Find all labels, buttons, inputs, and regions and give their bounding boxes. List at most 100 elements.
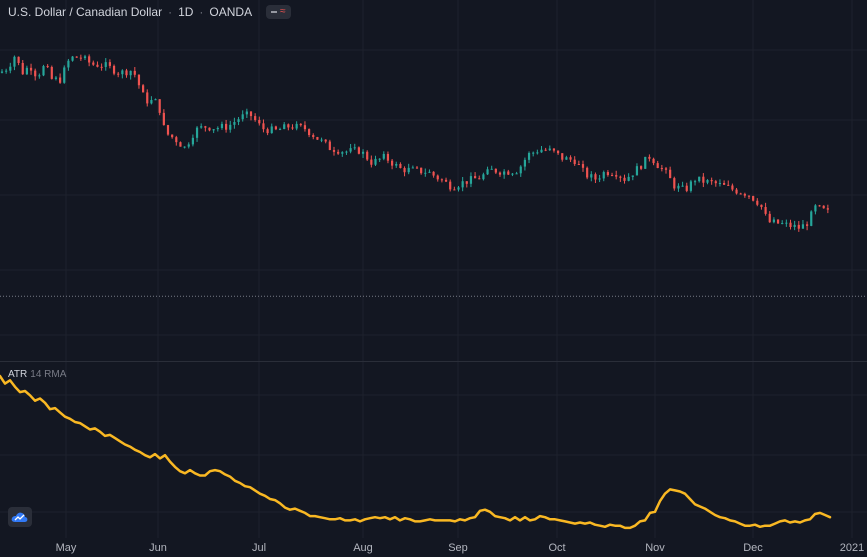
candle-down (623, 177, 626, 181)
candle-up (781, 223, 784, 225)
candle-up (129, 70, 132, 76)
candle-down (552, 148, 556, 151)
candle-down (50, 67, 53, 79)
candle-up (71, 56, 74, 61)
atr-line[interactable] (0, 374, 832, 530)
candle-up (482, 174, 485, 180)
candle-up (187, 144, 190, 147)
candle-down (561, 153, 564, 160)
market-status-badge[interactable]: ≈ (266, 5, 291, 19)
candle-up (67, 60, 70, 68)
symbol-header[interactable]: U.S. Dollar / Canadian Dollar · 1D · OAN… (8, 3, 291, 21)
candle-up (295, 123, 298, 129)
candle-down (669, 169, 672, 179)
candle-up (548, 148, 551, 151)
candle-down (735, 189, 738, 194)
x-tick-label: Dec (743, 542, 763, 554)
candle-up (602, 172, 605, 179)
candle-up (461, 181, 464, 188)
candle-up (382, 153, 385, 159)
candle-up (490, 168, 493, 170)
price-candles[interactable] (0, 54, 829, 232)
candle-down (34, 70, 37, 77)
candle-down (702, 176, 705, 183)
candle-up (283, 124, 286, 130)
candle-down (254, 116, 257, 121)
indicator-params: 14 RMA (30, 369, 67, 380)
candle-down (225, 123, 228, 130)
candle-up (511, 173, 514, 175)
candle-down (760, 204, 763, 208)
candle-down (21, 62, 24, 75)
candle-up (9, 66, 12, 71)
candle-down (768, 213, 771, 223)
candle-up (631, 175, 634, 177)
candle-up (233, 122, 236, 125)
candle-down (112, 65, 116, 74)
candle-down (806, 224, 809, 226)
candle-down (586, 167, 589, 178)
candle-down (415, 167, 419, 169)
candle-up (424, 172, 427, 174)
candle-up (428, 171, 431, 173)
candle-down (162, 112, 165, 126)
candle-down (166, 125, 170, 135)
x-tick-label: Oct (548, 542, 566, 554)
candle-down (756, 200, 759, 205)
x-tick-label: Nov (645, 542, 665, 554)
candle-down (727, 184, 730, 186)
candle-up (515, 173, 518, 175)
candle-down (544, 149, 547, 151)
candle-up (345, 151, 348, 153)
candle-down (79, 57, 82, 59)
candle-up (154, 99, 157, 101)
candle-down (420, 167, 423, 174)
candle-up (104, 62, 107, 67)
candle-down (316, 137, 319, 140)
candle-up (772, 219, 775, 223)
candle-up (801, 224, 805, 229)
candle-up (237, 119, 240, 123)
candle-down (274, 126, 277, 130)
candle-down (752, 196, 755, 201)
candle-up (191, 137, 194, 145)
candle-down (478, 178, 481, 180)
indicator-legend[interactable]: ATR 14 RMA (8, 369, 66, 380)
candle-down (146, 92, 149, 104)
candle-up (25, 67, 28, 75)
candle-down (723, 183, 726, 185)
candle-up (689, 181, 692, 191)
tradingview-cloud-icon[interactable] (8, 507, 32, 527)
candle-down (640, 166, 643, 169)
candle-up (627, 176, 630, 181)
candle-down (137, 74, 141, 86)
time-axis[interactable]: May Jun Jul Aug Sep Oct Nov Dec 2021 (0, 538, 867, 557)
candle-down (594, 174, 597, 180)
candle-down (474, 176, 477, 179)
candle-down (826, 208, 829, 210)
x-tick-label: Aug (353, 542, 373, 554)
candle-up (353, 147, 356, 149)
indicator-name: ATR (8, 369, 28, 380)
candle-up (407, 167, 410, 173)
symbol-name: U.S. Dollar / Canadian Dollar (8, 5, 163, 19)
candle-down (399, 163, 402, 169)
candle-up (150, 99, 153, 104)
candle-down (204, 126, 207, 128)
candle-up (42, 66, 45, 76)
chart-canvas[interactable] (0, 0, 867, 557)
candle-down (328, 141, 331, 151)
candle-down (249, 111, 253, 117)
candle-down (685, 185, 688, 191)
x-tick-label: Sep (448, 542, 468, 554)
candle-up (0, 71, 4, 73)
candle-up (54, 77, 58, 79)
candle-down (776, 219, 780, 224)
minus-icon (271, 11, 278, 13)
candle-down (324, 139, 327, 142)
candle-up (278, 129, 282, 131)
candle-down (179, 142, 182, 147)
candle-up (13, 56, 16, 67)
candle-down (465, 181, 468, 184)
candle-down (573, 159, 576, 165)
